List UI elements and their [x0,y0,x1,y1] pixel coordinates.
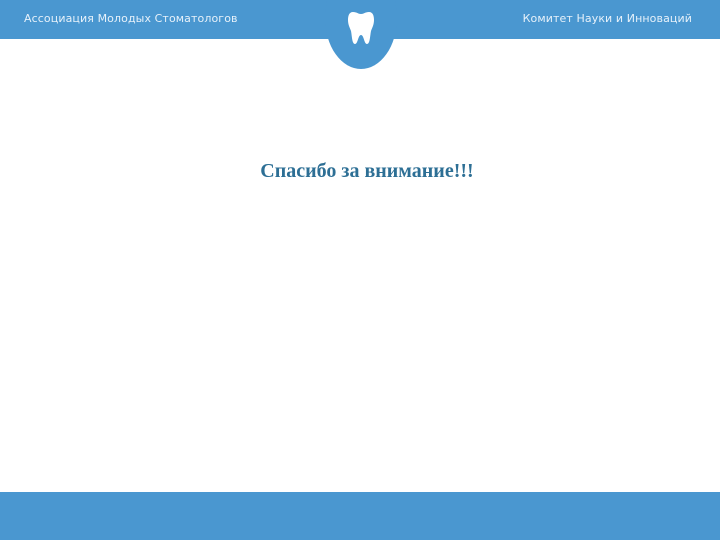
organization-name: Ассоциация Молодых Стоматологов [24,12,238,25]
committee-name: Комитет Науки и Инноваций [522,12,692,25]
logo-badge [325,0,397,69]
footer-bar [0,492,720,540]
slide-title: Спасибо за внимание!!! [260,160,474,182]
tooth-icon [348,12,374,44]
